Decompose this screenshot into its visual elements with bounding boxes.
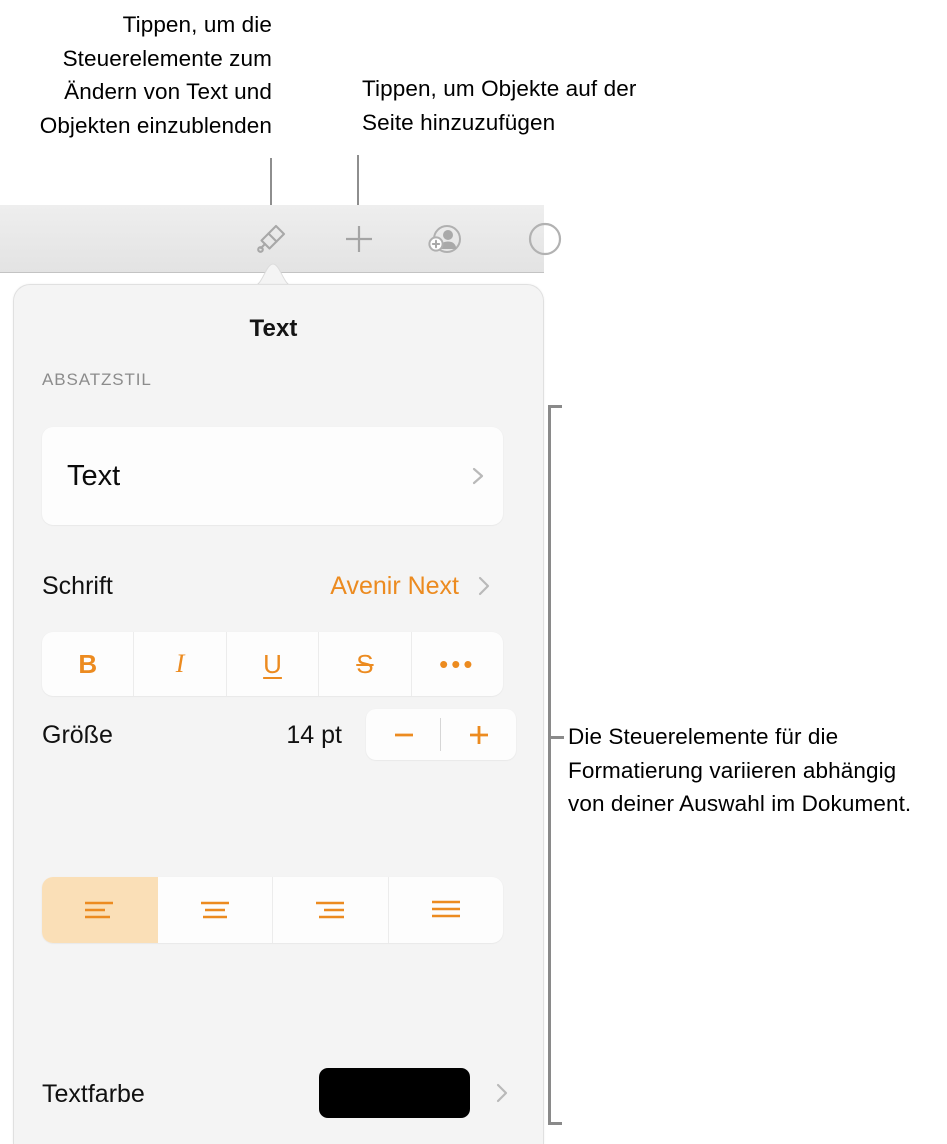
chevron-right-icon[interactable] [492, 1080, 514, 1106]
popover-notch [254, 262, 292, 286]
bold-button[interactable]: B [42, 632, 135, 696]
strikethrough-button[interactable]: S [319, 632, 412, 696]
section-label-paragraph-style: ABSATZSTIL [42, 370, 152, 389]
callout-bracket-tick [548, 736, 564, 739]
paragraph-style-value: Text [67, 459, 121, 492]
callout-text-formatting-varies: Die Steuerelemente für die Formatierung … [568, 724, 912, 816]
size-increase-button[interactable] [441, 709, 516, 760]
collaborate-icon[interactable] [412, 205, 478, 273]
more-text-options-button[interactable]: ••• [412, 632, 503, 696]
align-justify-button[interactable] [389, 877, 504, 943]
align-left-button[interactable] [42, 877, 158, 943]
font-row-label: Schrift [42, 572, 113, 600]
align-center-button[interactable] [158, 877, 273, 943]
size-row-label: Größe [42, 721, 113, 749]
chevron-right-icon[interactable] [474, 573, 496, 599]
alignment-segmented-control [42, 877, 503, 943]
italic-button[interactable]: I [134, 632, 227, 696]
text-style-segmented-control: B I U S ••• [42, 632, 503, 696]
chevron-right-icon [467, 465, 489, 487]
paragraph-style-selector[interactable]: Text [42, 427, 503, 525]
callout-text-insert-objects: Tippen, um Objekte auf der Seite hinzuzu… [362, 76, 637, 135]
underline-button[interactable]: U [227, 632, 320, 696]
panel-title: Text [249, 315, 298, 342]
more-circle-icon[interactable] [512, 205, 578, 273]
text-color-swatch[interactable] [319, 1068, 470, 1118]
text-color-row-label: Textfarbe [42, 1080, 145, 1108]
font-row-value[interactable]: Avenir Next [194, 572, 459, 601]
text-format-panel: Text ABSATZSTIL Text Schrift Avenir Next… [13, 284, 544, 1144]
align-right-button[interactable] [273, 877, 389, 943]
callout-bracket-right [548, 405, 562, 1125]
screenshot-root: Tippen, um die Steuerelemente zum Ändern… [0, 0, 947, 1144]
size-row-value: 14 pt [286, 721, 342, 749]
insert-plus-icon[interactable] [326, 205, 392, 273]
size-decrease-button[interactable] [366, 709, 441, 760]
callout-text-format-controls: Tippen, um die Steuerelemente zum Ändern… [39, 12, 272, 138]
font-size-stepper [366, 709, 516, 760]
